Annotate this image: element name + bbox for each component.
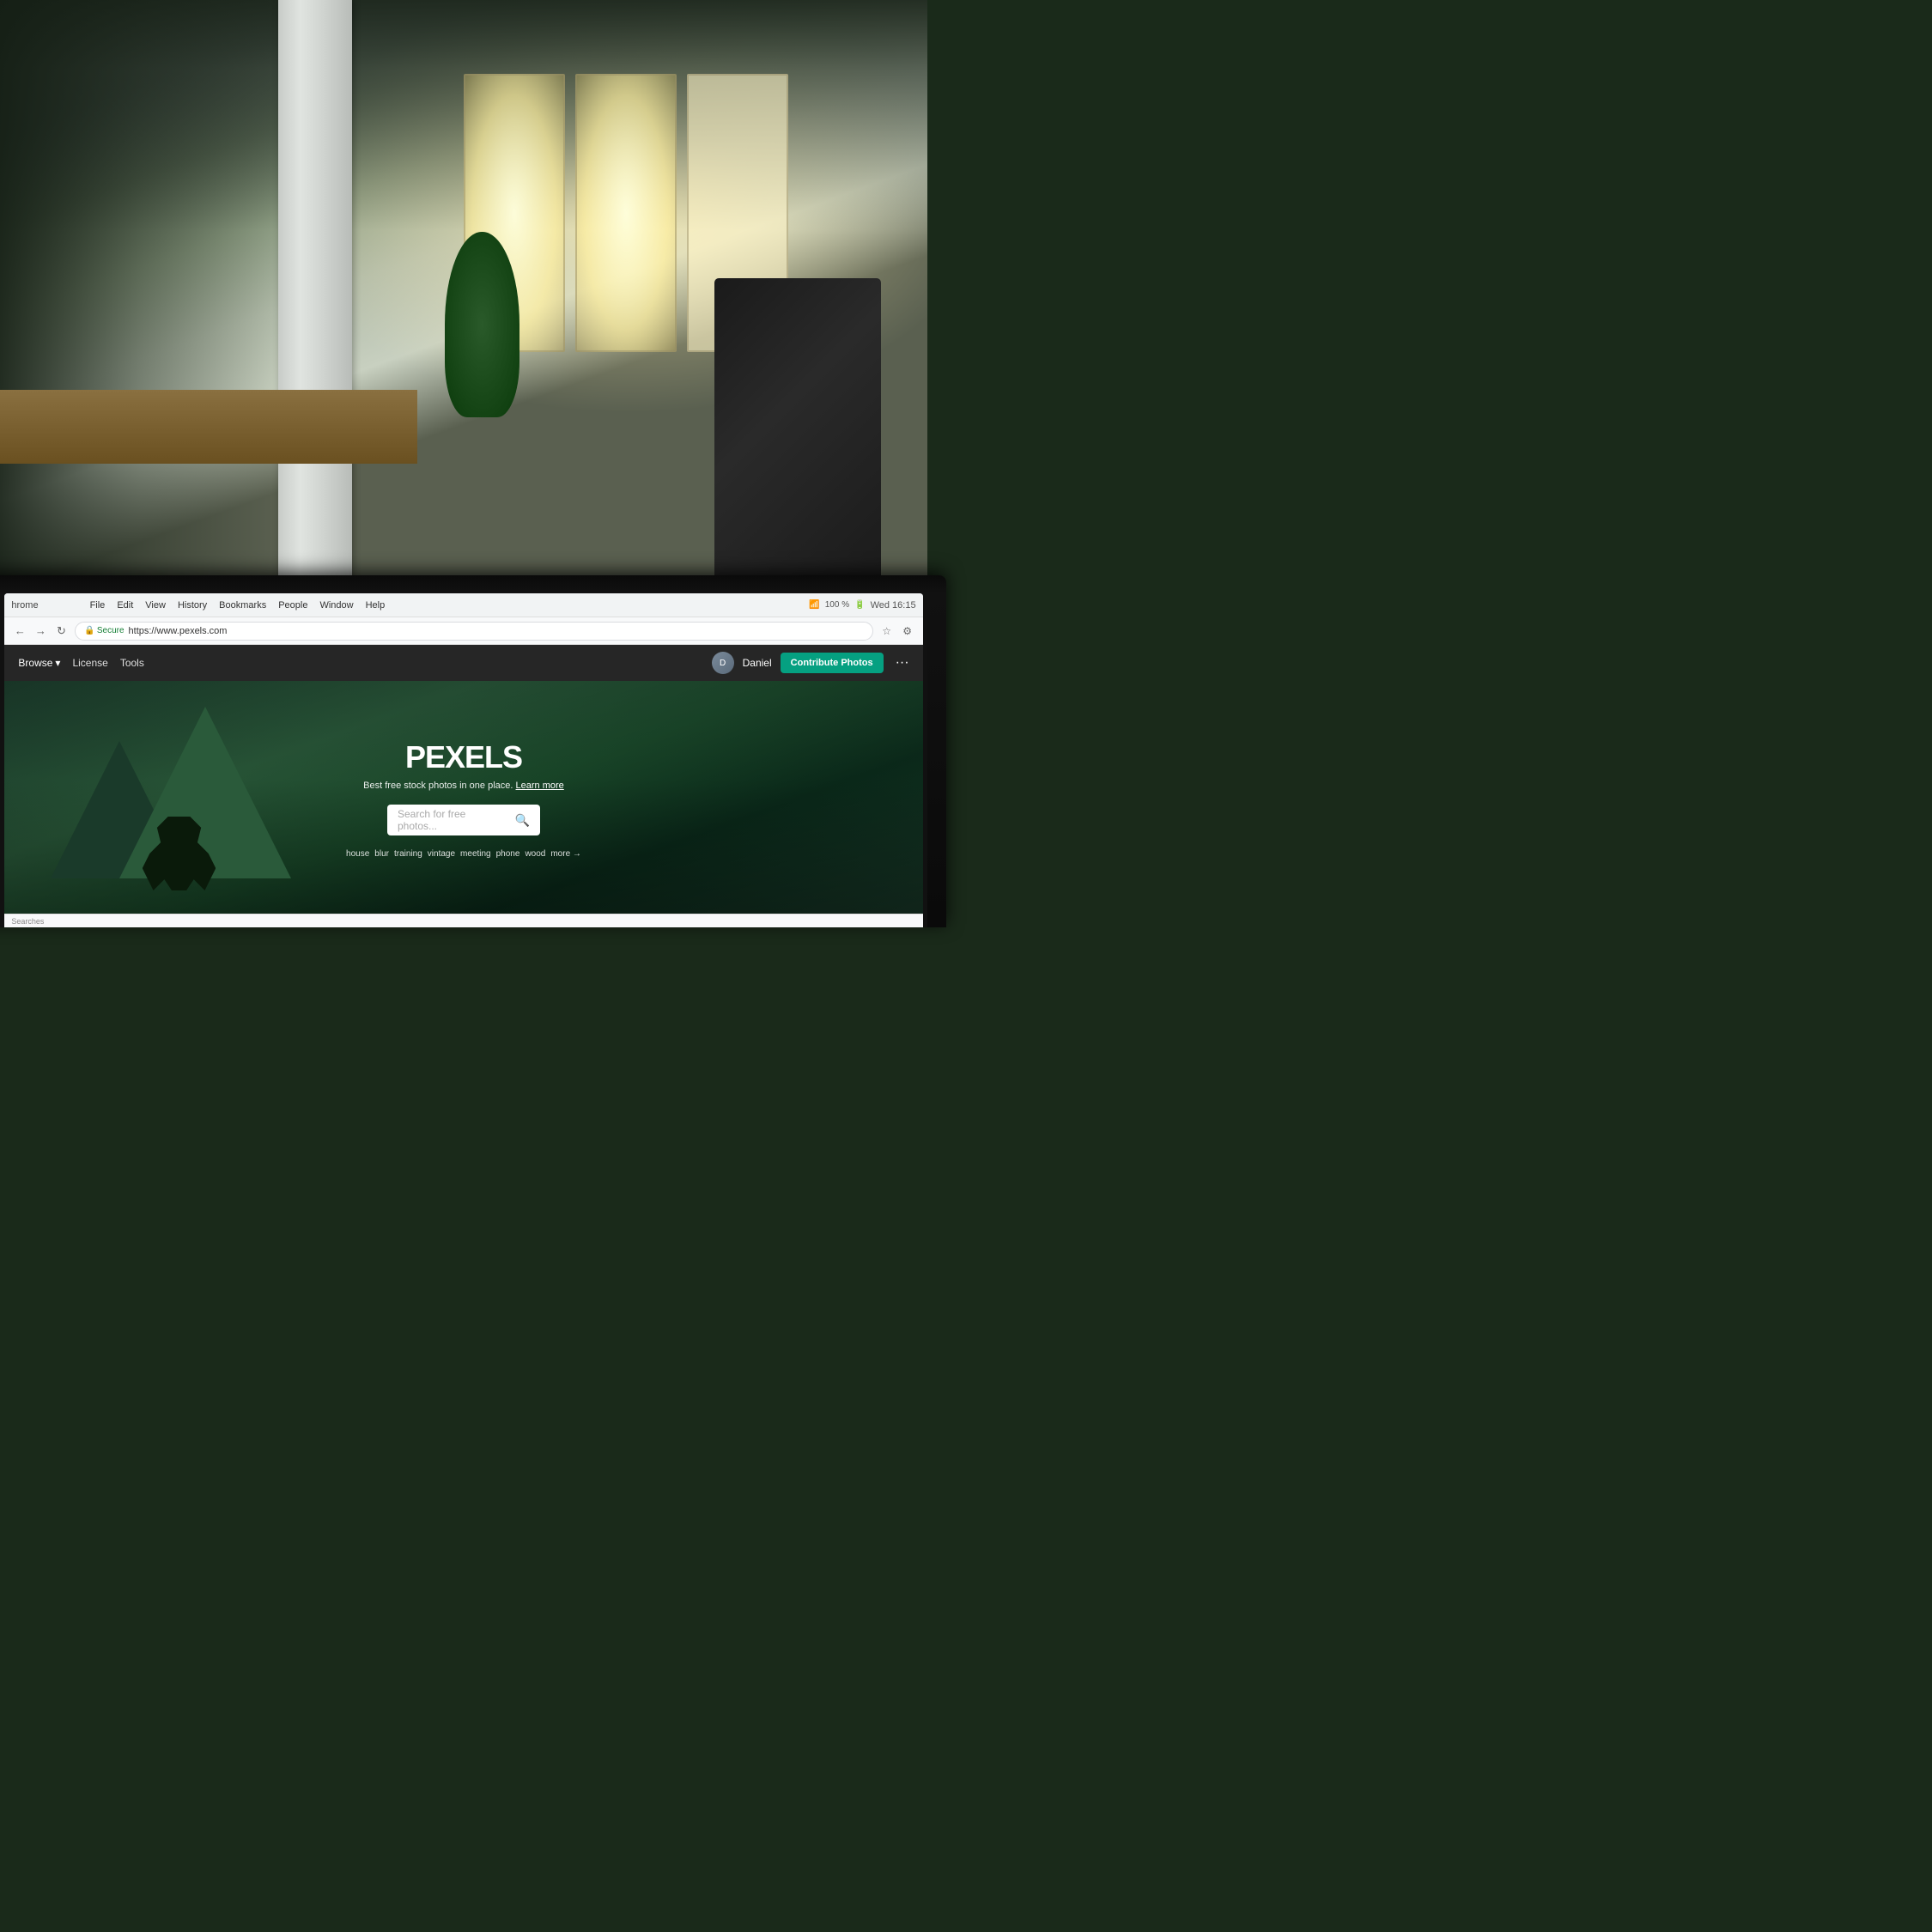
system-time: Wed 16:15 (871, 600, 916, 611)
pexels-nav-right: D Daniel Contribute Photos ··· (712, 652, 909, 674)
tag-blur[interactable]: blur (374, 848, 389, 860)
tagline-text: Best free stock photos in one place. (363, 781, 513, 791)
extensions-icon[interactable]: ⚙ (899, 623, 916, 640)
user-name[interactable]: Daniel (743, 657, 772, 669)
address-input[interactable]: 🔒 Secure https://www.pexels.com (75, 622, 872, 641)
chevron-down-icon: ▾ (55, 657, 60, 669)
pexels-navbar: Browse ▾ License Tools D Daniel Contribu… (4, 645, 922, 681)
secure-badge: 🔒 Secure (84, 626, 124, 635)
bg-window-2 (575, 74, 677, 352)
reload-button[interactable]: ↻ (52, 623, 70, 640)
back-button[interactable]: ← (11, 623, 28, 640)
browse-label: Browse (18, 657, 52, 669)
menu-bookmarks[interactable]: Bookmarks (219, 600, 266, 611)
search-input-container[interactable]: Search for free photos... 🔍 (387, 805, 540, 835)
tag-house[interactable]: house (346, 848, 369, 860)
lock-icon: 🔒 (84, 626, 94, 635)
menu-edit[interactable]: Edit (117, 600, 133, 611)
chrome-menu-items: File Edit View History Bookmarks People … (90, 600, 386, 611)
menu-help[interactable]: Help (366, 600, 386, 611)
monitor-right-edge (923, 593, 927, 927)
search-placeholder: Search for free photos... (398, 808, 508, 832)
search-tags: house blur training vintage meeting phon… (346, 848, 581, 860)
browser-screen: hrome File Edit View History Bookmarks P… (4, 593, 922, 927)
bookmark-icon[interactable]: ☆ (878, 623, 896, 640)
contribute-photos-button[interactable]: Contribute Photos (781, 653, 884, 673)
avatar-initial: D (720, 659, 726, 668)
pexels-nav-left: Browse ▾ License Tools (18, 657, 143, 669)
chrome-os-bar: hrome File Edit View History Bookmarks P… (4, 593, 922, 617)
url-text: https://www.pexels.com (129, 626, 228, 636)
navigation-buttons: ← → ↻ (11, 623, 70, 640)
status-bar: Searches (4, 914, 922, 927)
more-options-icon[interactable]: ··· (896, 655, 909, 671)
pexels-hero: PEXELS Best free stock photos in one pla… (4, 681, 922, 927)
menu-history[interactable]: History (178, 600, 207, 611)
wifi-icon: 📶 (809, 600, 819, 610)
tag-wood[interactable]: wood (525, 848, 545, 860)
secure-label: Secure (97, 626, 125, 635)
search-bar: Search for free photos... 🔍 (387, 805, 540, 835)
menu-view[interactable]: View (145, 600, 166, 611)
app-name: hrome (11, 600, 38, 611)
forward-button[interactable]: → (32, 623, 49, 640)
tag-vintage[interactable]: vintage (428, 848, 455, 860)
menu-people[interactable]: People (278, 600, 307, 611)
learn-more-link[interactable]: Learn more (516, 781, 564, 791)
browse-button[interactable]: Browse ▾ (18, 657, 60, 669)
address-bar-row: ← → ↻ 🔒 Secure https://www.pexels.com ☆ … (4, 617, 922, 645)
tag-phone[interactable]: phone (496, 848, 520, 860)
office-desk (0, 390, 417, 464)
hiker-body (143, 817, 216, 890)
search-icon: 🔍 (515, 813, 530, 828)
tools-button[interactable]: Tools (120, 657, 144, 669)
office-plant (445, 232, 519, 417)
office-chair (714, 278, 881, 603)
tag-more[interactable]: more → (550, 848, 581, 860)
pexels-logo: PEXELS (405, 739, 522, 775)
tag-meeting[interactable]: meeting (460, 848, 491, 860)
menu-file[interactable]: File (90, 600, 106, 611)
menu-window[interactable]: Window (319, 600, 353, 611)
office-column (278, 0, 352, 603)
hero-tagline: Best free stock photos in one place. Lea… (363, 781, 564, 791)
battery-icon: 🔋 (854, 600, 865, 610)
hiker-silhouette (143, 817, 216, 890)
hero-content: PEXELS Best free stock photos in one pla… (346, 739, 581, 860)
tag-training[interactable]: training (394, 848, 422, 860)
license-link[interactable]: License (72, 657, 107, 669)
status-text: Searches (11, 917, 44, 926)
address-bar-right: ☆ ⚙ (878, 623, 916, 640)
avatar[interactable]: D (712, 652, 734, 674)
chrome-right-icons: 📶 100 % 🔋 Wed 16:15 (809, 600, 915, 611)
zoom-level: 100 % (825, 600, 849, 610)
